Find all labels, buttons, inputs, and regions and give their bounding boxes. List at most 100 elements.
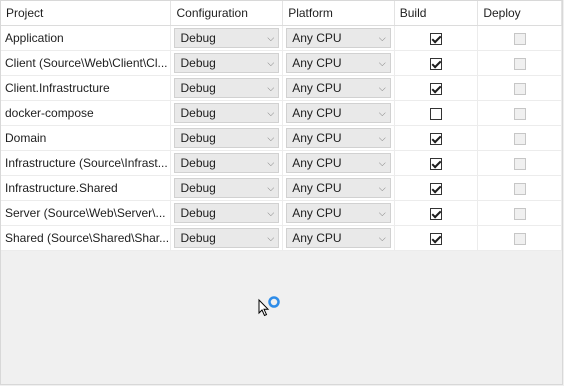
deploy-checkbox [513, 32, 526, 45]
configuration-cell: Debug ⌵ [170, 75, 284, 101]
build-cell [394, 225, 479, 251]
chevron-down-icon: ⌵ [378, 208, 386, 218]
configuration-value: Debug [180, 31, 216, 45]
chevron-down-icon: ⌵ [267, 233, 275, 243]
build-cell [394, 175, 479, 201]
platform-value: Any CPU [292, 181, 342, 195]
build-checkbox[interactable] [430, 82, 443, 95]
platform-cell: Any CPU ⌵ [282, 150, 395, 176]
configuration-cell: Debug ⌵ [170, 175, 284, 201]
platform-cell: Any CPU ⌵ [282, 25, 395, 51]
table-row[interactable]: Client (Source\Web\Client\Cl... Debug ⌵ … [1, 50, 562, 76]
configuration-cell: Debug ⌵ [170, 100, 284, 126]
deploy-checkbox [513, 57, 526, 70]
chevron-down-icon: ⌵ [267, 133, 275, 143]
deploy-cell [477, 25, 562, 51]
column-header-build[interactable]: Build [394, 1, 479, 26]
build-checkbox[interactable] [430, 132, 443, 145]
chevron-down-icon: ⌵ [378, 133, 386, 143]
build-checkbox[interactable] [430, 32, 443, 45]
chevron-down-icon: ⌵ [378, 108, 386, 118]
busy-cursor-icon [258, 296, 280, 317]
configuration-value: Debug [180, 56, 216, 70]
configuration-dropdown[interactable]: Debug ⌵ [174, 178, 280, 198]
platform-dropdown[interactable]: Any CPU ⌵ [286, 28, 391, 48]
configuration-value: Debug [180, 231, 216, 245]
platform-cell: Any CPU ⌵ [282, 225, 395, 251]
column-header-platform[interactable]: Platform [282, 1, 395, 26]
build-checkbox[interactable] [430, 107, 443, 120]
project-name: Application [1, 25, 172, 51]
configuration-cell: Debug ⌵ [170, 50, 284, 76]
platform-dropdown[interactable]: Any CPU ⌵ [286, 153, 391, 173]
platform-value: Any CPU [292, 106, 342, 120]
table-row[interactable]: docker-compose Debug ⌵ Any CPU ⌵ [1, 100, 562, 126]
table-row[interactable]: Application Debug ⌵ Any CPU ⌵ [1, 25, 562, 51]
configuration-value: Debug [180, 181, 216, 195]
configuration-dropdown[interactable]: Debug ⌵ [174, 128, 280, 148]
configuration-dropdown[interactable]: Debug ⌵ [174, 53, 280, 73]
platform-dropdown[interactable]: Any CPU ⌵ [286, 53, 391, 73]
configuration-cell: Debug ⌵ [170, 25, 284, 51]
chevron-down-icon: ⌵ [378, 83, 386, 93]
chevron-down-icon: ⌵ [378, 33, 386, 43]
table-row[interactable]: Domain Debug ⌵ Any CPU ⌵ [1, 125, 562, 151]
chevron-down-icon: ⌵ [267, 83, 275, 93]
table-row[interactable]: Infrastructure (Source\Infrast... Debug … [1, 150, 562, 176]
deploy-checkbox [513, 107, 526, 120]
deploy-checkbox [513, 82, 526, 95]
table-row[interactable]: Client.Infrastructure Debug ⌵ Any CPU ⌵ [1, 75, 562, 101]
project-name: Client.Infrastructure [1, 75, 172, 101]
build-checkbox[interactable] [430, 207, 443, 220]
deploy-cell [477, 225, 562, 251]
build-checkbox[interactable] [430, 157, 443, 170]
deploy-checkbox [513, 207, 526, 220]
platform-dropdown[interactable]: Any CPU ⌵ [286, 203, 391, 223]
build-checkbox[interactable] [430, 57, 443, 70]
column-header-deploy[interactable]: Deploy [477, 1, 562, 26]
platform-cell: Any CPU ⌵ [282, 125, 395, 151]
project-name: Server (Source\Web\Server\... [1, 200, 172, 226]
configuration-dropdown[interactable]: Debug ⌵ [174, 153, 280, 173]
header-row: Project Configuration Platform Build Dep… [1, 1, 562, 26]
build-checkbox[interactable] [430, 232, 443, 245]
chevron-down-icon: ⌵ [267, 208, 275, 218]
build-cell [394, 150, 479, 176]
deploy-cell [477, 75, 562, 101]
build-cell [394, 200, 479, 226]
configuration-dropdown[interactable]: Debug ⌵ [174, 103, 280, 123]
build-cell [394, 25, 479, 51]
project-name: Client (Source\Web\Client\Cl... [1, 50, 172, 76]
platform-dropdown[interactable]: Any CPU ⌵ [286, 128, 391, 148]
configuration-table: Project Configuration Platform Build Dep… [1, 1, 562, 251]
table-row[interactable]: Server (Source\Web\Server\... Debug ⌵ An… [1, 200, 562, 226]
table-row[interactable]: Infrastructure.Shared Debug ⌵ Any CPU ⌵ [1, 175, 562, 201]
platform-cell: Any CPU ⌵ [282, 175, 395, 201]
chevron-down-icon: ⌵ [267, 108, 275, 118]
build-checkbox[interactable] [430, 182, 443, 195]
configuration-value: Debug [180, 156, 216, 170]
configuration-cell: Debug ⌵ [170, 150, 284, 176]
configuration-dropdown[interactable]: Debug ⌵ [174, 228, 280, 248]
platform-dropdown[interactable]: Any CPU ⌵ [286, 228, 391, 248]
platform-cell: Any CPU ⌵ [282, 75, 395, 101]
platform-value: Any CPU [292, 156, 342, 170]
platform-value: Any CPU [292, 231, 342, 245]
deploy-checkbox [513, 157, 526, 170]
column-header-project[interactable]: Project [1, 1, 172, 26]
platform-value: Any CPU [292, 81, 342, 95]
deploy-cell [477, 50, 562, 76]
deploy-cell [477, 175, 562, 201]
configuration-dropdown[interactable]: Debug ⌵ [174, 28, 280, 48]
configuration-dropdown[interactable]: Debug ⌵ [174, 203, 280, 223]
platform-dropdown[interactable]: Any CPU ⌵ [286, 178, 391, 198]
platform-dropdown[interactable]: Any CPU ⌵ [286, 78, 391, 98]
chevron-down-icon: ⌵ [378, 158, 386, 168]
project-name: Domain [1, 125, 172, 151]
configuration-value: Debug [180, 106, 216, 120]
configuration-dropdown[interactable]: Debug ⌵ [174, 78, 280, 98]
table-row[interactable]: Shared (Source\Shared\Shar... Debug ⌵ An… [1, 225, 562, 251]
chevron-down-icon: ⌵ [378, 58, 386, 68]
platform-dropdown[interactable]: Any CPU ⌵ [286, 103, 391, 123]
column-header-configuration[interactable]: Configuration [170, 1, 284, 26]
